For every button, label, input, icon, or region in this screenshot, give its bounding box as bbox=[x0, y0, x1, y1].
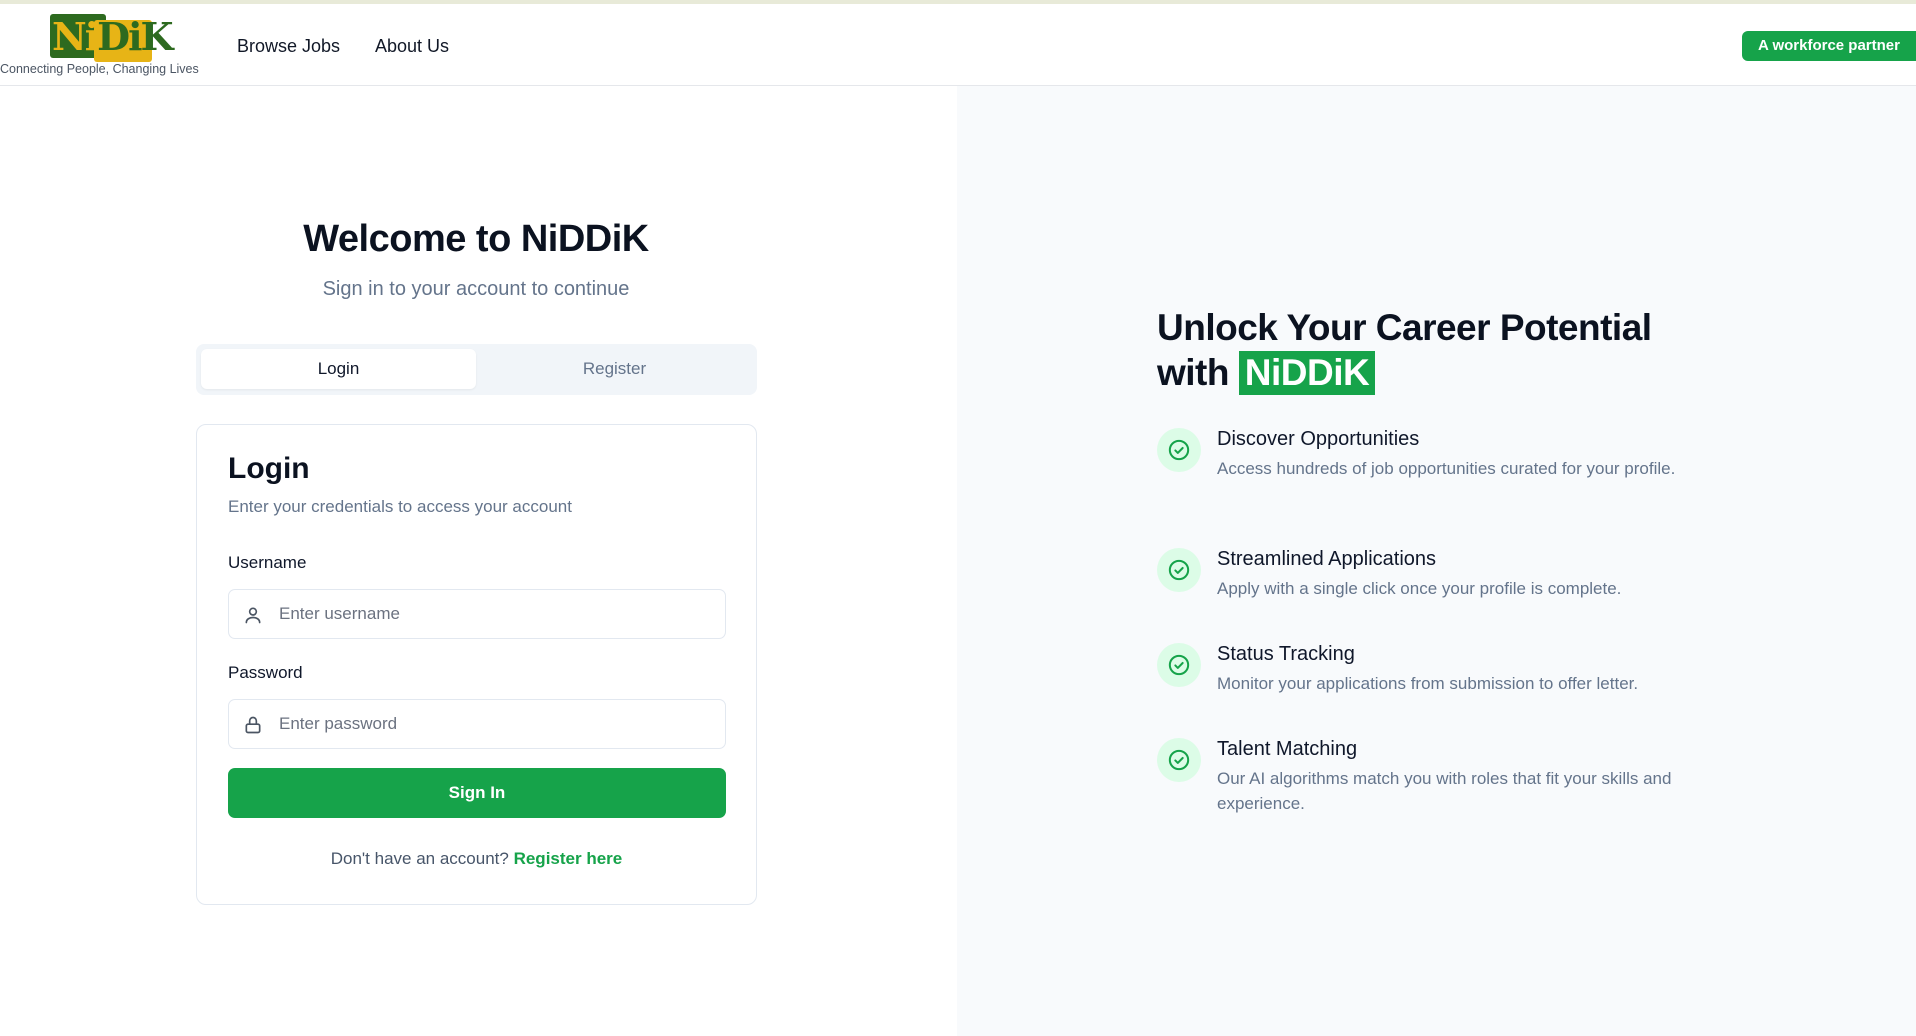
password-label: Password bbox=[228, 663, 303, 682]
feature-description: Access hundreds of job opportunities cur… bbox=[1217, 459, 1676, 478]
nav-about-us[interactable]: About Us bbox=[375, 36, 449, 57]
hero-brand-highlight: NiDDiK bbox=[1238, 351, 1376, 395]
workforce-partner-badge[interactable]: A workforce partner bbox=[1742, 31, 1916, 61]
feature-title: Status Tracking bbox=[1217, 643, 1355, 665]
register-here-link[interactable]: Register here bbox=[514, 849, 623, 868]
feature-title: Talent Matching bbox=[1217, 738, 1358, 760]
niddik-logo[interactable]: NiDiK bbox=[50, 12, 174, 62]
hero-title: Unlock Your Career Potential with NiDDiK bbox=[1157, 307, 1652, 395]
login-card: Login Enter your credentials to access y… bbox=[196, 424, 757, 905]
login-card-title: Login bbox=[228, 452, 310, 485]
nav-browse-jobs[interactable]: Browse Jobs bbox=[237, 36, 340, 57]
logo-tagline: Connecting People, Changing Lives bbox=[0, 62, 199, 76]
site-header: NiDiK Connecting People, Changing Lives … bbox=[0, 4, 1916, 86]
check-circle-icon bbox=[1157, 428, 1201, 472]
feature-description: Apply with a single click once your prof… bbox=[1217, 579, 1622, 598]
username-field[interactable] bbox=[228, 589, 726, 639]
username-input[interactable] bbox=[277, 590, 717, 638]
welcome-title: Welcome to NiDDiK bbox=[303, 218, 649, 260]
register-prompt: Don't have an account? Register here bbox=[330, 849, 623, 868]
welcome-subtitle: Sign in to your account to continue bbox=[322, 278, 630, 300]
check-circle-icon bbox=[1157, 548, 1201, 592]
username-label: Username bbox=[228, 553, 307, 572]
password-input[interactable] bbox=[277, 700, 717, 748]
feature-description: Our AI algorithms match you with roles t… bbox=[1217, 769, 1672, 813]
lock-icon bbox=[243, 715, 263, 735]
login-card-description: Enter your credentials to access your ac… bbox=[228, 497, 572, 516]
check-circle-icon bbox=[1157, 643, 1201, 687]
tab-login[interactable]: Login bbox=[201, 349, 476, 389]
check-circle-icon bbox=[1157, 738, 1201, 782]
feature-title: Discover Opportunities bbox=[1217, 428, 1420, 450]
feature-description: Monitor your applications from submissio… bbox=[1217, 674, 1639, 693]
feature-title: Streamlined Applications bbox=[1217, 548, 1437, 570]
auth-tabs: Login Register bbox=[196, 344, 757, 395]
user-icon bbox=[243, 605, 263, 625]
hero-panel bbox=[957, 86, 1916, 1036]
logo-wordmark: NiDiK bbox=[52, 14, 174, 59]
sign-in-button[interactable]: Sign In bbox=[228, 768, 726, 818]
password-field[interactable] bbox=[228, 699, 726, 749]
tab-register[interactable]: Register bbox=[477, 349, 752, 389]
